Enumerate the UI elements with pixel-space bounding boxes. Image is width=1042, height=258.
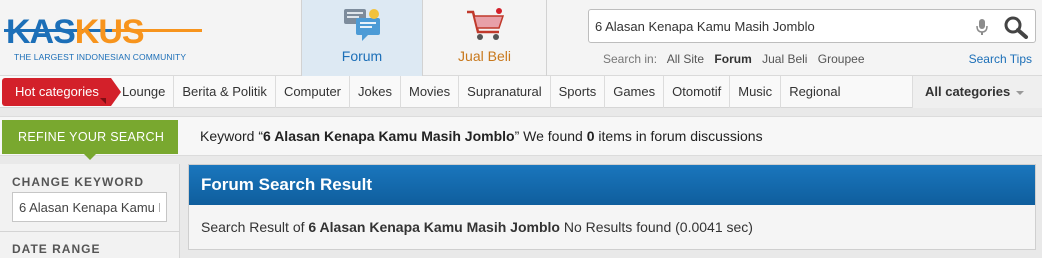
logo-wordmark-part-2: KUS: [74, 13, 145, 51]
sidebar-divider: [0, 231, 180, 232]
nav-tab-jualbeli-label: Jual Beli: [458, 48, 511, 64]
keyword-summary-suffix: items in forum discussions: [594, 128, 763, 144]
chevron-down-icon: [1016, 90, 1025, 95]
refine-sidebar: CHANGE KEYWORD DATE RANGE: [0, 164, 180, 258]
logo-wordmark-part-1: KAS: [6, 13, 76, 51]
search-in-label: Search in:: [603, 52, 658, 66]
shopping-cart-icon: [466, 8, 504, 40]
search-scope-all-site[interactable]: All Site: [667, 52, 704, 66]
search-box: [588, 9, 1036, 43]
search-scope-groupee[interactable]: Groupee: [818, 52, 865, 66]
nav-tab-jualbeli[interactable]: Jual Beli: [423, 0, 547, 76]
date-range-title: DATE RANGE: [12, 242, 101, 256]
change-keyword-input[interactable]: [12, 192, 167, 222]
search-scope-jual-beli[interactable]: Jual Beli: [762, 52, 807, 66]
logo-wordmark: KASKUS: [6, 12, 145, 52]
category-regional[interactable]: Regional: [780, 76, 848, 108]
kaskus-logo[interactable]: KASKUS THE LARGEST INDONESIAN COMMUNITY: [4, 8, 204, 66]
nav-tab-forum[interactable]: Forum: [301, 0, 423, 76]
keyword-summary-count: 0: [586, 128, 595, 144]
hot-categories-fold: [100, 98, 106, 104]
result-message-keyword: 6 Alasan Kenapa Kamu Masih Jomblo: [308, 219, 560, 235]
category-supranatural[interactable]: Supranatural: [458, 76, 549, 108]
site-header: KASKUS THE LARGEST INDONESIAN COMMUNITY …: [0, 0, 1042, 76]
keyword-summary-mid: ” We found: [514, 128, 587, 144]
search-tips-link[interactable]: Search Tips: [969, 52, 1032, 66]
logo-tagline: THE LARGEST INDONESIAN COMMUNITY: [14, 52, 187, 62]
all-categories-label: All categories: [925, 84, 1011, 99]
all-categories-dropdown[interactable]: All categories: [912, 76, 1042, 108]
category-list: Lounge Berita & Politik Computer Jokes M…: [114, 76, 849, 108]
search-scope: Search in: All Site Forum Jual Beli Grou…: [603, 52, 872, 66]
nav-tab-forum-label: Forum: [341, 48, 383, 64]
forum-icon: [344, 9, 380, 41]
search-input[interactable]: [595, 16, 965, 36]
category-music[interactable]: Music: [729, 76, 780, 108]
change-keyword-title: CHANGE KEYWORD: [12, 175, 145, 189]
refine-search-button[interactable]: REFINE YOUR SEARCH: [2, 120, 178, 160]
microphone-icon[interactable]: [974, 18, 990, 36]
result-message-prefix: Search Result of: [201, 219, 309, 235]
result-message: Search Result of 6 Alasan Kenapa Kamu Ma…: [201, 219, 753, 235]
search-icon[interactable]: [1003, 15, 1029, 39]
hot-categories-button[interactable]: Hot categories: [2, 78, 121, 106]
category-otomotif[interactable]: Otomotif: [663, 76, 729, 108]
result-panel-title: Forum Search Result: [189, 165, 1035, 205]
search-scope-forum[interactable]: Forum: [714, 52, 751, 66]
refine-bar: REFINE YOUR SEARCH Keyword “6 Alasan Ken…: [0, 116, 1042, 160]
category-movies[interactable]: Movies: [399, 76, 458, 108]
keyword-summary-prefix: Keyword “: [200, 128, 264, 144]
keyword-summary: Keyword “6 Alasan Kenapa Kamu Masih Jomb…: [200, 128, 763, 144]
keyword-summary-keyword: 6 Alasan Kenapa Kamu Masih Jomblo: [263, 128, 515, 144]
category-bar: Hot categories Lounge Berita & Politik C…: [0, 76, 1042, 108]
category-games[interactable]: Games: [604, 76, 663, 108]
category-jokes[interactable]: Jokes: [349, 76, 400, 108]
category-berita-politik[interactable]: Berita & Politik: [173, 76, 275, 108]
category-lounge[interactable]: Lounge: [114, 76, 173, 108]
category-computer[interactable]: Computer: [274, 76, 349, 108]
result-message-suffix: No Results found (0.0041 sec): [559, 219, 753, 235]
search-result-panel: Forum Search Result Search Result of 6 A…: [188, 164, 1036, 250]
category-sports[interactable]: Sports: [549, 76, 605, 108]
